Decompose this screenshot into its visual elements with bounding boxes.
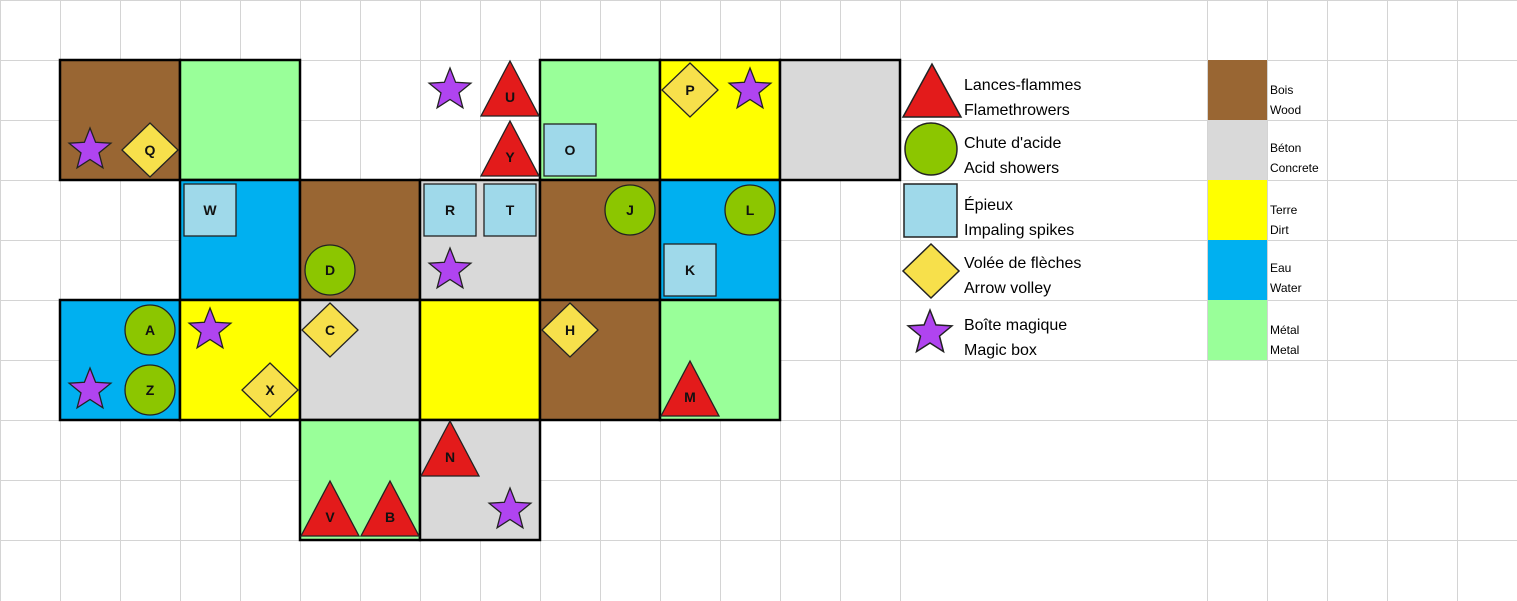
room-dirt <box>418 298 542 422</box>
trap-legend: Lances-flammes Flamethrowers Chute d'aci… <box>901 62 1081 359</box>
marker-label: V <box>325 509 335 525</box>
marker-label: Y <box>505 149 515 165</box>
material-swatch <box>1208 120 1267 180</box>
marker-label: N <box>445 449 455 465</box>
material-label-en: Wood <box>1270 103 1301 117</box>
dungeon-map-sheet: Q U Y O P W D R T J L K A Z X C H M N V B Lances-flammes Fla… <box>0 0 1517 601</box>
legend-label-en: Arrow volley <box>964 280 1051 297</box>
legend-label-fr: Volée de flèches <box>964 255 1081 272</box>
material-label-en: Dirt <box>1270 223 1289 237</box>
material-swatch <box>1208 300 1267 360</box>
marker-acid: Z <box>124 364 176 416</box>
circle-icon <box>904 122 958 176</box>
legend-label-fr: Chute d'acide <box>964 135 1061 152</box>
marker-acid: J <box>604 184 656 236</box>
material-label-en: Concrete <box>1270 161 1319 175</box>
marker-label: D <box>325 262 335 278</box>
triangle-icon <box>901 62 963 118</box>
material-label-en: Water <box>1270 281 1302 295</box>
material-label-en: Metal <box>1270 343 1299 357</box>
material-swatch <box>1208 180 1267 240</box>
material-label-fr: Béton <box>1270 141 1301 155</box>
material-label-fr: Métal <box>1270 323 1299 337</box>
marker-label: O <box>565 142 576 158</box>
material-item-wood: Bois Wood <box>1208 60 1301 120</box>
marker-label: L <box>746 202 755 218</box>
material-label-fr: Terre <box>1270 203 1298 217</box>
legend-label-en: Impaling spikes <box>964 222 1074 239</box>
marker-label: X <box>265 382 275 398</box>
legend-item-magic: Boîte magique Magic box <box>906 307 1067 359</box>
marker-label: R <box>445 202 455 218</box>
star-icon <box>427 66 473 110</box>
marker-label: T <box>506 202 515 218</box>
material-item-metal: Métal Metal <box>1208 300 1299 360</box>
marker-label: C <box>325 322 335 338</box>
legend-item-spikes: Épieux Impaling spikes <box>903 183 1074 239</box>
marker-acid: A <box>124 304 176 356</box>
marker-spikes: T <box>483 183 537 237</box>
marker-magic <box>427 66 473 110</box>
legend-label-fr: Épieux <box>964 195 1013 214</box>
marker-flamethrower: Y <box>479 119 541 177</box>
marker-label: U <box>505 89 515 105</box>
room-metal <box>178 58 302 182</box>
legend-label-en: Acid showers <box>964 160 1059 177</box>
legend-label-fr: Boîte magique <box>964 317 1067 334</box>
material-label-fr: Bois <box>1270 83 1293 97</box>
material-item-water: Eau Water <box>1208 240 1302 300</box>
material-legend: Bois Wood Béton Concrete Terre Dirt Eau … <box>1208 60 1319 360</box>
diamond-icon <box>901 242 961 300</box>
marker-spikes: R <box>423 183 477 237</box>
marker-label: M <box>684 389 696 405</box>
marker-label: P <box>685 82 694 98</box>
material-swatch <box>1208 60 1267 120</box>
marker-label: K <box>685 262 695 278</box>
marker-spikes: W <box>183 183 237 237</box>
material-swatch <box>1208 240 1267 300</box>
marker-acid: L <box>724 184 776 236</box>
star-icon <box>906 307 954 354</box>
material-item-concrete: Béton Concrete <box>1208 120 1319 180</box>
legend-label-en: Flamethrowers <box>964 102 1070 119</box>
marker-label: J <box>626 202 634 218</box>
marker-label: W <box>203 202 217 218</box>
material-label-fr: Eau <box>1270 261 1291 275</box>
marker-spikes: K <box>663 243 717 297</box>
material-item-dirt: Terre Dirt <box>1208 180 1298 240</box>
marker-label: Q <box>145 142 156 158</box>
legend-item-arrows: Volée de flèches Arrow volley <box>901 242 1081 300</box>
room-concrete <box>778 58 902 182</box>
legend-label-fr: Lances-flammes <box>964 77 1081 94</box>
marker-label: A <box>145 322 155 338</box>
legend-item-flamethrower: Lances-flammes Flamethrowers <box>901 62 1081 119</box>
legend-item-acid: Chute d'acide Acid showers <box>904 122 1061 177</box>
marker-flamethrower: U <box>479 59 541 117</box>
marker-label: B <box>385 509 395 525</box>
marker-label: Z <box>146 382 155 398</box>
marker-spikes: O <box>543 123 597 177</box>
marker-acid: D <box>304 244 356 296</box>
square-icon <box>903 183 958 238</box>
legend-label-en: Magic box <box>964 342 1037 359</box>
marker-label: H <box>565 322 575 338</box>
